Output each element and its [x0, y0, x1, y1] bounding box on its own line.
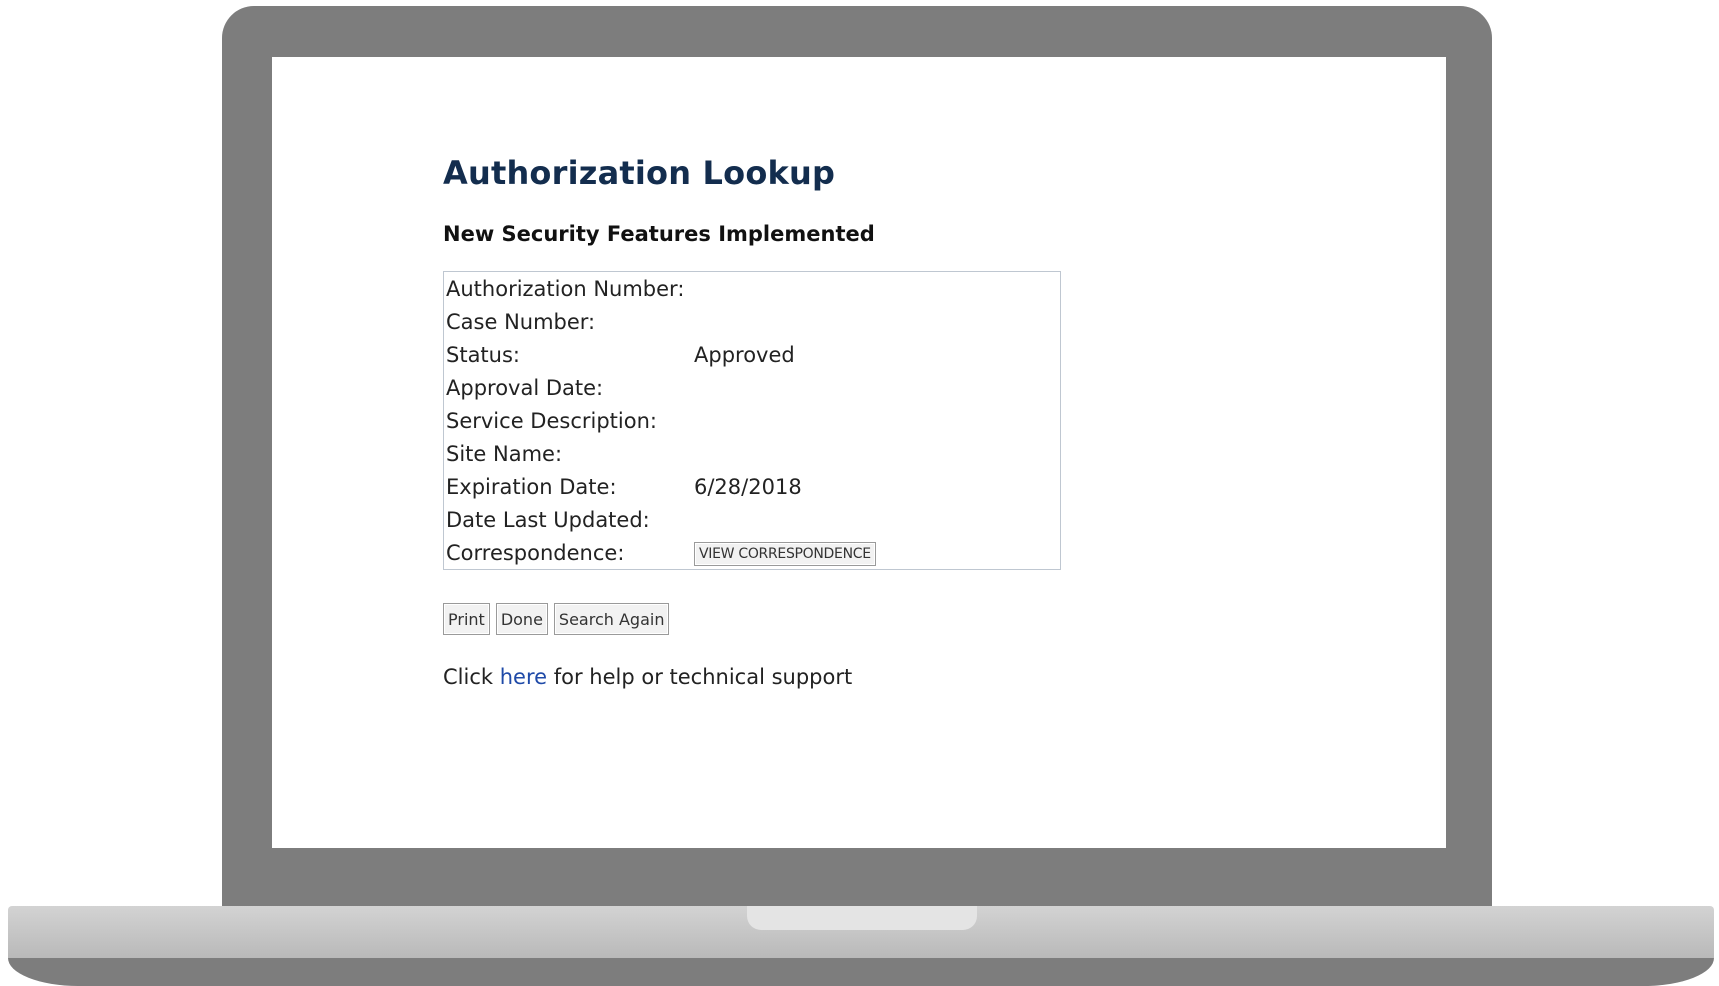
date-last-updated-value	[692, 503, 1061, 536]
page-title: Authorization Lookup	[443, 154, 836, 192]
table-row: Correspondence: VIEW CORRESPONDENCE	[444, 536, 1061, 570]
correspondence-cell: VIEW CORRESPONDENCE	[692, 536, 1061, 570]
service-description-value	[692, 404, 1061, 437]
authorization-details-table: Authorization Number: Case Number: Statu…	[443, 271, 1061, 570]
date-last-updated-label: Date Last Updated:	[446, 507, 650, 532]
print-button[interactable]: Print	[443, 603, 490, 635]
service-description-label: Service Description:	[446, 408, 657, 433]
status-label: Status:	[446, 342, 520, 367]
table-row: Approval Date:	[444, 371, 1061, 404]
search-again-button[interactable]: Search Again	[553, 603, 670, 635]
help-suffix: for help or technical support	[553, 665, 853, 689]
table-row: Authorization Number:	[444, 272, 1061, 306]
view-correspondence-button[interactable]: VIEW CORRESPONDENCE	[694, 542, 876, 566]
page-subtitle: New Security Features Implemented	[443, 222, 875, 246]
authorization-number-label: Authorization Number:	[446, 276, 685, 301]
status-value: Approved	[694, 342, 795, 367]
done-button[interactable]: Done	[495, 603, 548, 635]
laptop-notch	[747, 906, 977, 930]
approval-date-value	[692, 371, 1061, 404]
site-name-label: Site Name:	[446, 441, 563, 466]
expiration-date-label: Expiration Date:	[446, 474, 617, 499]
case-number-value	[692, 305, 1061, 338]
table-row: Site Name:	[444, 437, 1061, 470]
correspondence-label: Correspondence:	[446, 540, 625, 565]
laptop-screen: Authorization Lookup New Security Featur…	[272, 57, 1446, 848]
action-buttons: Print Done Search Again	[443, 603, 1061, 635]
table-row: Case Number:	[444, 305, 1061, 338]
help-text: Click here for help or technical support	[443, 665, 1061, 689]
expiration-date-value: 6/28/2018	[694, 474, 802, 499]
site-name-value	[692, 437, 1061, 470]
laptop-foot	[8, 958, 1714, 986]
help-prefix: Click	[443, 665, 494, 689]
table-row: Status: Approved	[444, 338, 1061, 371]
case-number-label: Case Number:	[446, 309, 596, 334]
page-content: Authorization Lookup New Security Featur…	[443, 154, 1061, 689]
table-row: Service Description:	[444, 404, 1061, 437]
help-link[interactable]: here	[500, 665, 547, 689]
authorization-number-value	[692, 272, 1061, 306]
table-row: Expiration Date: 6/28/2018	[444, 470, 1061, 503]
table-row: Date Last Updated:	[444, 503, 1061, 536]
approval-date-label: Approval Date:	[446, 375, 604, 400]
